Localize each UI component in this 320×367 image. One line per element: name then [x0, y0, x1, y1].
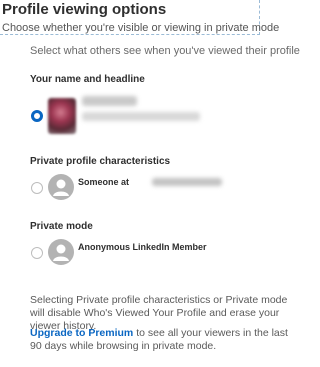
option-private-characteristics-radio[interactable]	[31, 182, 43, 194]
redacted-name	[82, 96, 137, 106]
option-private-mode-label: Anonymous LinkedIn Member	[78, 242, 207, 252]
option-private-characteristics-title: Private profile characteristics	[30, 156, 171, 167]
redacted-headline	[82, 112, 200, 121]
option-private-mode-radio[interactable]	[31, 247, 43, 259]
profile-photo-avatar	[48, 98, 76, 134]
option-name-headline-title: Your name and headline	[30, 74, 145, 85]
option-private-characteristics-label: Someone at	[78, 177, 130, 187]
person-avatar-icon	[48, 174, 74, 200]
option-name-headline-radio[interactable]	[31, 110, 43, 122]
page-subtitle: Choose whether you're visible or viewing…	[2, 22, 280, 34]
option-private-mode-title: Private mode	[30, 221, 93, 232]
upgrade-premium-link[interactable]: Upgrade to Premium	[30, 327, 133, 339]
page-title: Profile viewing options	[2, 1, 167, 18]
person-avatar-icon	[48, 239, 74, 265]
intro-text: Select what others see when you've viewe…	[30, 45, 300, 57]
premium-upsell: Upgrade to Premium to see all your viewe…	[30, 327, 302, 353]
redacted-company	[152, 178, 222, 186]
